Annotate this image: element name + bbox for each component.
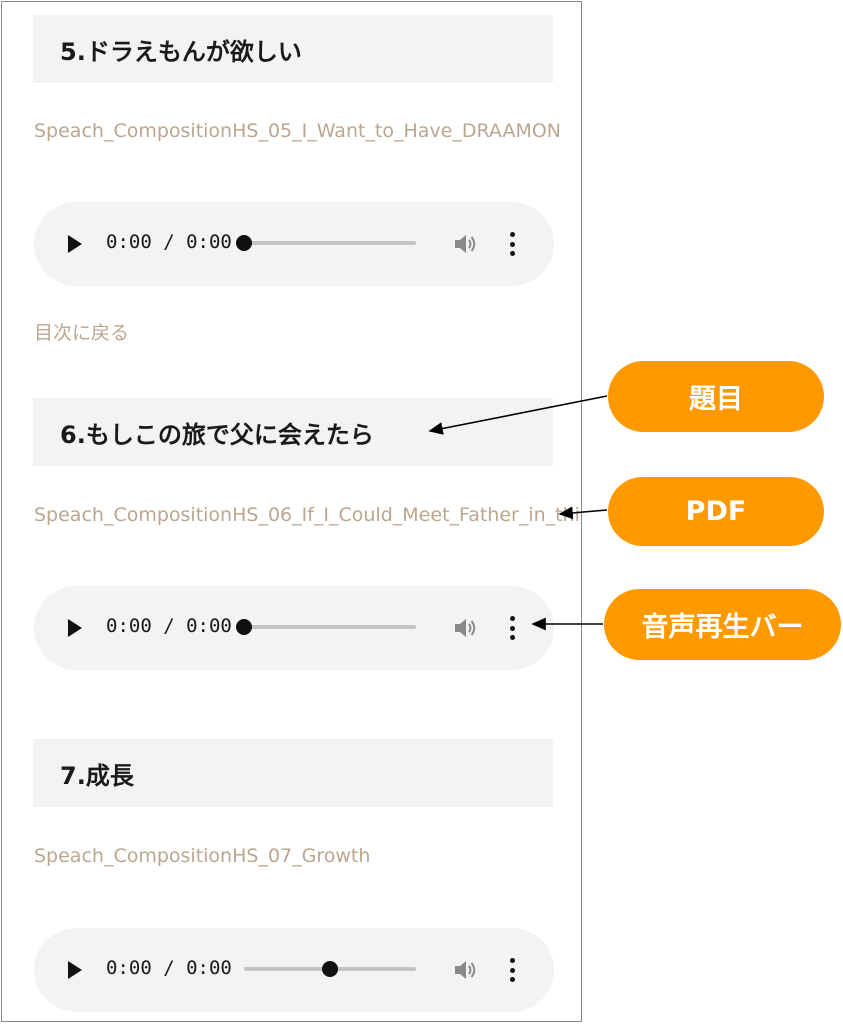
section-title-7: 7.成長 <box>33 739 553 807</box>
section-title-6: 6.もしこの旅で父に会えたら <box>33 398 553 466</box>
time-display: 0:00 / 0:00 <box>106 615 232 637</box>
callout-player: 音声再生バー <box>604 589 841 660</box>
more-options-icon[interactable] <box>508 616 516 640</box>
progress-knob[interactable] <box>236 235 252 251</box>
more-options-icon[interactable] <box>508 958 516 982</box>
progress-track[interactable] <box>244 625 416 629</box>
page-frame: 5.ドラえもんが欲しい Speach_CompositionHS_05_I_Wa… <box>1 1 582 1022</box>
volume-icon[interactable] <box>452 231 478 257</box>
back-to-toc-link[interactable]: 目次に戻る <box>34 318 129 345</box>
progress-knob[interactable] <box>236 619 252 635</box>
callout-title: 題目 <box>608 361 824 432</box>
more-options-icon[interactable] <box>508 232 516 256</box>
volume-icon[interactable] <box>452 615 478 641</box>
audio-player-5: 0:00 / 0:00 <box>34 202 554 286</box>
section-title-5: 5.ドラえもんが欲しい <box>33 15 553 83</box>
pdf-link-6[interactable]: Speach_CompositionHS_06_If_I_Could_Meet_… <box>34 504 579 526</box>
pdf-link-5[interactable]: Speach_CompositionHS_05_I_Want_to_Have_D… <box>34 120 579 142</box>
callout-pdf: PDF <box>608 477 824 546</box>
play-icon[interactable] <box>68 235 82 253</box>
progress-track[interactable] <box>244 241 416 245</box>
progress-knob[interactable] <box>322 961 338 977</box>
time-display: 0:00 / 0:00 <box>106 231 232 253</box>
play-icon[interactable] <box>68 961 82 979</box>
time-display: 0:00 / 0:00 <box>106 957 232 979</box>
audio-player-6: 0:00 / 0:00 <box>34 586 554 670</box>
pdf-link-7[interactable]: Speach_CompositionHS_07_Growth <box>34 845 579 867</box>
audio-player-7: 0:00 / 0:00 <box>34 928 554 1012</box>
volume-icon[interactable] <box>452 957 478 983</box>
play-icon[interactable] <box>68 619 82 637</box>
annotated-screenshot: 5.ドラえもんが欲しい Speach_CompositionHS_05_I_Wa… <box>0 0 843 1024</box>
